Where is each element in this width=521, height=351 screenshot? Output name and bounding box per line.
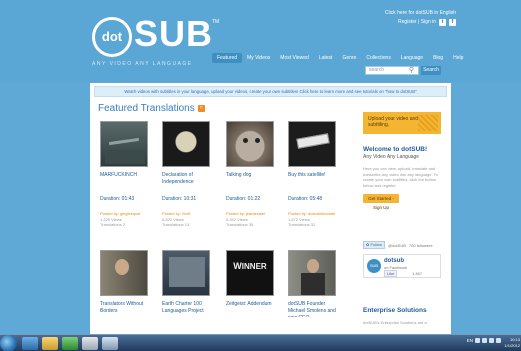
flag-icon[interactable] [489,338,494,343]
chrome-icon[interactable] [82,337,98,350]
nav-help[interactable]: Help [448,53,468,63]
video-meta: Posted by: Wolf 6,520 Views Translations… [162,211,214,228]
enterprise-text: dotSUB's Enterprise Solutions are a [363,320,427,325]
video-translations: Translations 2 [100,222,125,227]
folder-icon[interactable] [42,337,58,350]
video-duration: Duration: 05:48 [288,196,323,202]
nav-genre[interactable]: Genre [337,53,361,63]
video-card[interactable]: WINNER Zeitgeist: Addendum [226,250,278,317]
video-title[interactable]: Zeitgeist: Addendum [226,301,278,317]
video-translations: Translations 32 [288,222,316,227]
facebook-like-button[interactable]: Like [384,270,398,277]
video-card[interactable]: MARFUCKINCH Duration: 01:43 Posted by: g… [100,121,152,228]
logo-wordmark: SUB [134,13,214,54]
network-icon[interactable] [475,338,480,343]
welcome-title: Welcome to dotSUB! [363,146,428,153]
video-meta: Posted by: ginglesquai 1,229 Views Trans… [100,211,152,228]
video-duration: Duration: 01:43 [100,196,135,202]
nav-most-viewed[interactable]: Most Viewed [275,53,314,63]
welcome-box: Welcome to dotSUB! Any Video Any Languag… [363,146,441,210]
video-thumbnail[interactable] [100,121,148,167]
video-thumbnail[interactable] [288,121,336,167]
follow-handle[interactable]: @dotSUB [388,243,406,248]
language-link[interactable]: Click here for dotSUB in English [385,9,456,18]
follower-count: 700 followers [408,242,433,248]
video-thumbnail[interactable] [100,250,148,296]
video-translations: Translations 35 [226,222,254,227]
video-card[interactable]: Earth Charter 100 Languages Project [162,250,214,317]
video-meta: Posted by: jeanlesaibi 6,347 Views Trans… [226,211,278,228]
video-translations: Translations 13 [162,222,190,227]
media-player-icon[interactable] [62,337,78,350]
video-thumbnail[interactable] [162,121,210,167]
enterprise-box: Enterprise Solutions dotSUB's Enterprise… [363,307,441,325]
twitter-icon[interactable]: t [439,19,446,26]
follow-label: Follow [370,242,383,247]
video-thumbnail[interactable] [226,121,274,167]
nav-featured[interactable]: Featured [212,53,243,63]
logo-dot-circle: dot [92,17,132,57]
welcome-subtitle: Any Video Any Language [363,154,420,160]
clock-date: 1/1/2012 [504,343,520,348]
facebook-like-count: 1,467 [412,271,423,276]
dotsub-avatar: SUB [367,259,381,273]
video-meta: Posted by: dotsubinfocarte 1,672 Views T… [288,211,340,228]
video-card[interactable]: Talking dog Duration: 01:22 Posted by: j… [226,121,278,228]
register-signin-link[interactable]: Register | Sign in [398,18,436,27]
site-header: dot SUB TM ANY VIDEO ANY LANGUAGE Click … [0,0,521,82]
follow-button[interactable]: ✿ Follow [363,241,386,249]
top-links: Click here for dotSUB in English Registe… [385,9,456,27]
nav-latest[interactable]: Latest [314,53,338,63]
get-started-button[interactable]: Get Started - Sign Up [363,194,399,210]
search-button[interactable]: Search [421,66,441,75]
video-thumbnail[interactable]: WINNER [226,250,274,296]
video-title[interactable]: dotSUB Founder Michael Smolens and new C… [288,301,340,317]
welcome-text: Here you can view, upload, translate and… [363,166,438,188]
ie-icon[interactable] [22,337,38,350]
video-title[interactable]: Declaration of Independence [162,172,214,188]
enterprise-title[interactable]: Enterprise Solutions [363,307,441,314]
windows-taskbar: EN 10:13 1/1/2012 [0,334,521,351]
nav-blog[interactable]: Blog [428,53,448,63]
search-icon[interactable]: ⚲ [407,66,416,75]
info-banner[interactable]: Watch videos with subtitles in your lang… [94,86,447,97]
logo-trademark: TM [212,19,220,25]
upload-video-button[interactable]: Upload your video and begin subtitling. [363,112,441,134]
video-duration: Duration: 10:31 [162,196,197,202]
video-title[interactable]: Translators Without Borders [100,301,152,317]
featured-heading: Featured Translations ≈ [98,103,205,114]
video-card[interactable]: Translators Without Borders [100,250,152,317]
nav-collections[interactable]: Collections [361,53,395,63]
video-duration: Duration: 01:22 [226,196,261,202]
facebook-icon[interactable]: f [449,19,456,26]
video-title[interactable]: Talking dog [226,172,278,188]
battery-icon[interactable] [496,338,501,343]
start-button[interactable] [0,335,17,351]
video-poster[interactable]: Posted by: dotsubinfocarte [288,211,340,217]
dotsub-logo[interactable]: dot SUB TM ANY VIDEO ANY LANGUAGE [92,13,222,67]
nav-my-videos[interactable]: My Videos [242,53,275,63]
twitter-follow: ✿ Follow @dotSUB 700 followers [363,241,432,249]
video-card[interactable]: dotSUB Founder Michael Smolens and new C… [288,250,340,317]
video-thumbnail[interactable] [288,250,336,296]
volume-icon[interactable] [482,338,487,343]
main-nav: Featured My Videos Most Viewed Latest Ge… [212,53,468,63]
app-icon[interactable] [102,337,118,350]
clock[interactable]: 10:13 1/1/2012 [504,337,520,349]
bird-icon: ✿ [366,242,370,247]
rss-icon[interactable]: ≈ [197,105,205,112]
facebook-page-name[interactable]: dotsub [384,258,404,264]
video-title[interactable]: Buy this satellite! [288,172,340,188]
video-thumbnail[interactable] [162,250,210,296]
video-card[interactable]: Declaration of Independence Duration: 10… [162,121,214,228]
logo-tagline: ANY VIDEO ANY LANGUAGE [92,61,193,67]
featured-title: Featured Translations [98,103,195,114]
nav-language[interactable]: Language [396,53,428,63]
video-title[interactable]: Earth Charter 100 Languages Project [162,301,214,317]
video-title[interactable]: MARFUCKINCH [100,172,152,188]
facebook-widget: SUB dotsub on Facebook Like 1,467 [363,254,441,278]
video-card[interactable]: Buy this satellite! Duration: 05:48 Post… [288,121,340,228]
language-indicator[interactable]: EN [467,338,473,343]
